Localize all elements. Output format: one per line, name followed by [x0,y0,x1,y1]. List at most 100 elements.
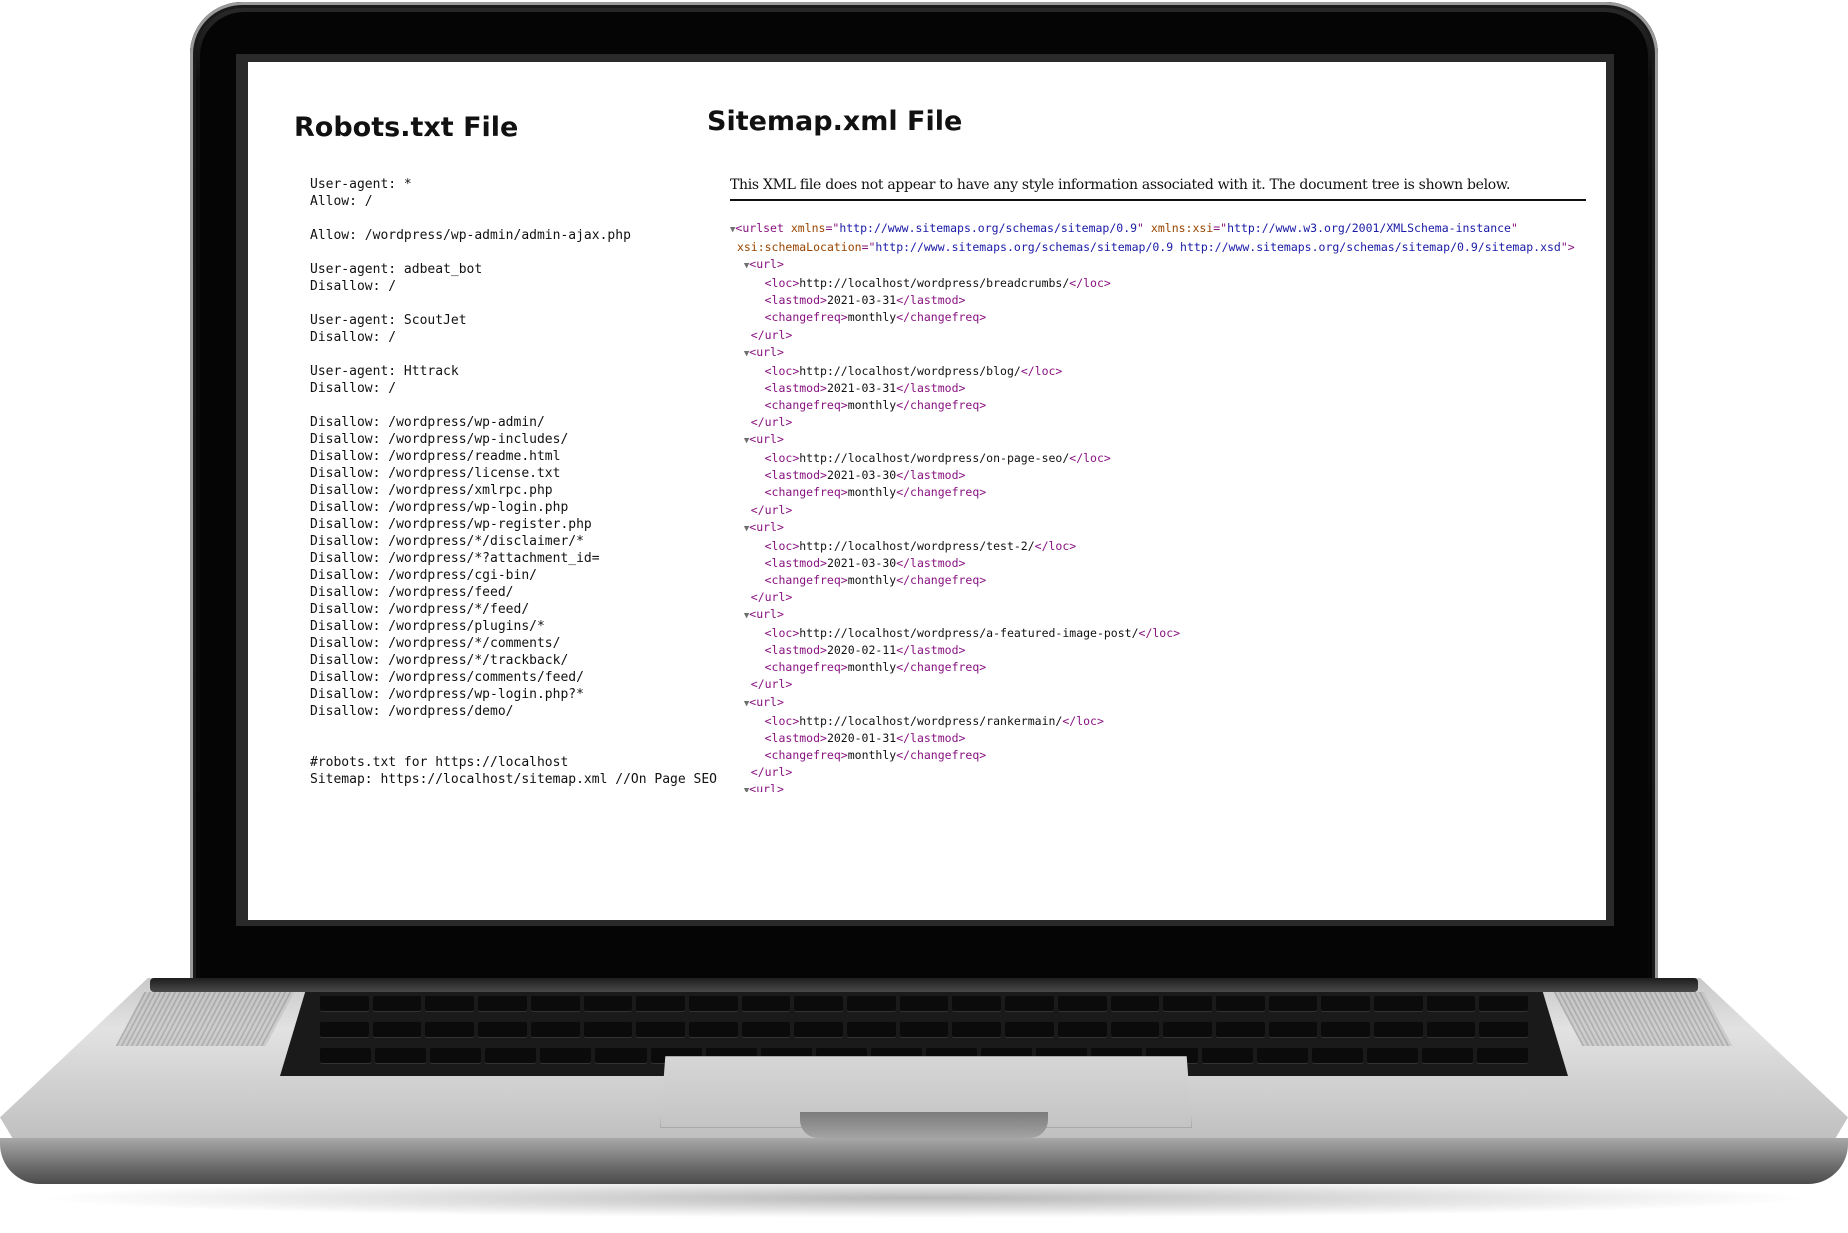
robots-line: Disallow: / [310,381,397,396]
url-open-tag[interactable]: ▼<url> [730,256,1600,275]
urlset-open-tag[interactable]: ▼<urlset xmlns="http://www.sitemaps.org/… [730,220,1600,239]
keyboard-key [1426,1022,1476,1038]
keyboard-key [1476,1048,1529,1064]
robots-line: Disallow: /wordpress/comments/feed/ [310,670,584,685]
loc-open: <loc> [764,276,800,291]
robots-line: Disallow: /wordpress/plugins/* [310,619,545,634]
changefreq-element: <changefreq>monthly</changefreq> [730,397,1600,414]
lastmod-open: <lastmod> [764,730,827,745]
robots-line: Allow: / [310,194,373,209]
robots-line: Disallow: /wordpress/*?attachment_id= [310,551,600,566]
robots-line: Disallow: /wordpress/feed/ [310,585,514,600]
url-close-tag: </url> [730,764,1600,781]
url-entry: ▼<url> <loc>http://localhost/wordpress/s… [730,781,1600,792]
robots-line: Disallow: /wordpress/license.txt [310,466,561,481]
changefreq-open: <changefreq> [764,747,848,762]
lastmod-open: <lastmod> [764,555,827,570]
keyboard-key [688,996,738,1012]
url-open-tag[interactable]: ▼<url> [730,781,1600,792]
url-open-tag[interactable]: ▼<url> [730,694,1600,713]
robots-txt-content[interactable]: User-agent: * Allow: / Allow: /wordpress… [310,176,717,788]
keyboard-key [530,1022,580,1038]
robots-line: Disallow: / [310,279,397,294]
url-open-tag[interactable]: ▼<url> [730,519,1600,538]
keyboard-key [425,1022,475,1038]
lid-opening-notch [800,1112,1048,1138]
changefreq-open: <changefreq> [764,660,848,675]
keyboard-key [430,1048,482,1064]
keyboard-key [530,996,580,1012]
keyboard-key [372,996,422,1012]
loc-element: <loc>http://localhost/wordpress/test-2/<… [730,538,1600,555]
robots-line: Disallow: /wordpress/xmlrpc.php [310,483,553,498]
changefreq-open: <changefreq> [764,397,848,412]
url-close-tag: </url> [730,676,1600,693]
keyboard-key [583,996,633,1012]
robots-line: Disallow: /wordpress/readme.html [310,449,561,464]
loc-close: </loc> [1138,626,1181,641]
url-tag: <url> [749,694,784,709]
changefreq-element: <changefreq>monthly</changefreq> [730,309,1600,326]
loc-element: <loc>http://localhost/wordpress/rankerma… [730,713,1600,730]
keyboard-key [1321,1022,1371,1038]
url-close-tag: </url> [730,327,1600,344]
urlset-schema-location: xsi:schemaLocation="http://www.sitemaps.… [736,240,1575,255]
loc-value: http://localhost/wordpress/breadcrumbs/ [799,276,1070,291]
keyboard-key [320,1022,369,1038]
url-open-tag[interactable]: ▼<url> [730,431,1600,450]
xml-style-notice: This XML file does not appear to have an… [730,177,1586,201]
lastmod-close: </lastmod> [896,730,966,745]
keyboard-key [1374,996,1423,1012]
keyboard-key [320,1048,372,1064]
lastmod-close: </lastmod> [896,555,966,570]
keyboard-key [583,1022,633,1038]
lastmod-element: <lastmod>2020-01-31</lastmod> [730,730,1600,747]
loc-value: http://localhost/wordpress/a-featured-im… [799,626,1139,641]
url-close-tag: </url> [730,414,1600,431]
changefreq-close: </changefreq> [896,747,987,762]
keyboard-key [1215,996,1265,1012]
keyboard-key [1163,1022,1212,1038]
keyboard-key [425,996,475,1012]
keyboard-key [1215,1022,1265,1038]
url-tag: <url> [749,344,784,359]
laptop-hinge [150,978,1698,992]
lastmod-open: <lastmod> [764,293,827,308]
keyboard-key [847,1022,896,1038]
sitemap-heading: Sitemap.xml File [707,106,963,137]
changefreq-close: </changefreq> [896,572,987,587]
url-entry: ▼<url> <loc>http://localhost/wordpress/r… [730,694,1600,781]
loc-element: <loc>http://localhost/wordpress/on-page-… [730,450,1600,467]
lastmod-open: <lastmod> [764,643,827,658]
robots-line: Disallow: /wordpress/*/disclaimer/* [310,534,584,549]
loc-element: <loc>http://localhost/wordpress/blog/</l… [730,363,1600,380]
loc-value: http://localhost/wordpress/test-2/ [799,538,1035,553]
keyboard-key [899,1022,949,1038]
robots-line: Disallow: /wordpress/cgi-bin/ [310,568,537,583]
url-open-tag[interactable]: ▼<url> [730,606,1600,625]
loc-open: <loc> [764,626,800,641]
url-entry: ▼<url> <loc>http://localhost/wordpress/o… [730,431,1600,518]
keyboard-key [1110,996,1160,1012]
url-close-tag: </url> [730,589,1600,606]
url-open-tag[interactable]: ▼<url> [730,344,1600,363]
changefreq-open: <changefreq> [764,310,848,325]
robots-line: User-agent: adbeat_bot [310,262,483,277]
keyboard-key [1110,1022,1160,1038]
lastmod-value: 2020-01-31 [826,730,897,745]
keyboard-key [1426,996,1476,1012]
loc-close: </loc> [1069,276,1111,291]
keyboard-key [1479,1022,1529,1038]
url-close: </url> [750,502,793,517]
url-tag: <url> [749,782,784,792]
laptop-front-edge [0,1138,1848,1184]
xml-document-tree[interactable]: ▼<urlset xmlns="http://www.sitemaps.org/… [730,220,1600,792]
keyboard-key [478,1022,527,1038]
keyboard-key [1366,1048,1418,1064]
url-close-tag: </url> [730,502,1600,519]
keyboard-key [794,996,844,1012]
keyboard-key [741,996,791,1012]
lastmod-element: <lastmod>2021-03-30</lastmod> [730,467,1600,484]
lastmod-element: <lastmod>2021-03-31</lastmod> [730,380,1600,397]
keyboard-key [1479,996,1529,1012]
